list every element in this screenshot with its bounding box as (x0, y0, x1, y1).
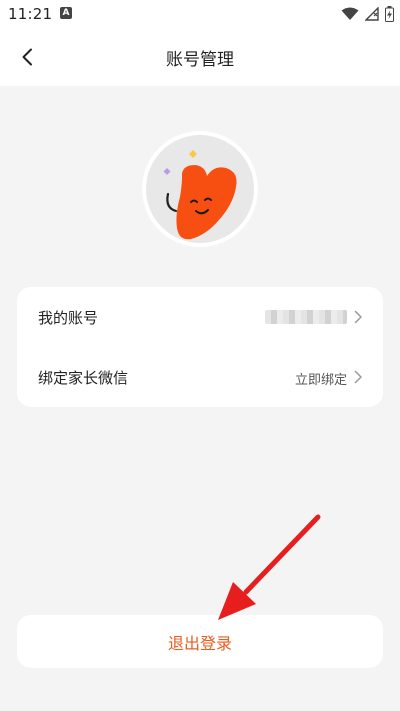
notification-icon: A (60, 7, 72, 19)
nav-bar: 账号管理 (0, 28, 400, 86)
heart-mascot-icon (163, 150, 237, 240)
account-card: 我的账号 绑定家长微信 立即绑定 (17, 287, 383, 407)
bind-parent-wechat-label: 绑定家长微信 (38, 369, 129, 387)
avatar[interactable] (142, 131, 258, 247)
my-account-label: 我的账号 (38, 309, 99, 327)
status-time: 11:21 (8, 5, 53, 23)
chevron-right-icon (354, 370, 362, 384)
battery-charging-icon (385, 6, 394, 22)
status-icons (341, 5, 394, 23)
account-id-masked (265, 310, 347, 324)
logout-label: 退出登录 (167, 633, 232, 653)
avatar-image (146, 135, 254, 243)
bind-parent-wechat-row[interactable]: 绑定家长微信 立即绑定 (17, 347, 383, 407)
status-bar: 11:21 A (0, 0, 400, 28)
bind-now-value: 立即绑定 (294, 373, 347, 388)
signal-icon (365, 7, 379, 21)
wifi-icon (341, 7, 359, 20)
page-title: 账号管理 (166, 50, 234, 70)
my-account-row[interactable]: 我的账号 (17, 287, 383, 347)
logout-button[interactable]: 退出登录 (17, 615, 383, 668)
chevron-right-icon (354, 310, 362, 324)
